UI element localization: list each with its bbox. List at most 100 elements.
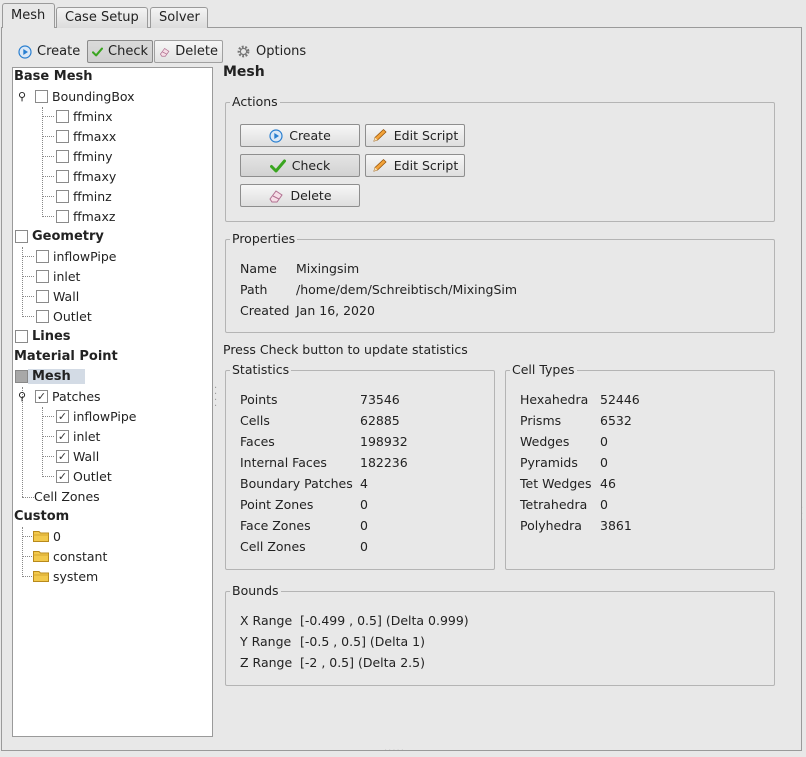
toolbar-delete-button[interactable]: Delete [154, 40, 223, 63]
tree-checkbox[interactable] [15, 229, 28, 243]
statistic-label: Face Zones [240, 518, 311, 533]
tree-node-geometry-item[interactable]: Wall [36, 286, 79, 306]
tree-connector [42, 436, 54, 437]
cell-type-value: 6532 [600, 413, 632, 428]
tree-checkbox[interactable] [15, 369, 28, 383]
tree-connector [42, 156, 54, 157]
tree-node-lines[interactable]: Lines [15, 326, 71, 346]
cell-type-label: Tetrahedra [520, 497, 588, 512]
tree-node-folder[interactable]: system [33, 566, 98, 586]
folder-icon [33, 571, 49, 582]
tree-node-bbox-item[interactable]: ffmaxy [56, 166, 116, 186]
toolbar-options-button[interactable]: Options [232, 40, 312, 63]
delete-button-label: Delete [290, 188, 332, 203]
splitter-handle[interactable]: ····· [384, 746, 405, 757]
tree-checkbox[interactable] [15, 329, 28, 343]
edit-script-button[interactable]: Edit Script [365, 154, 465, 177]
tree-checkbox[interactable] [56, 209, 69, 223]
tree-node-patch-item[interactable]: ✓ Wall [56, 446, 99, 466]
checkmark-icon [92, 47, 103, 56]
tree-node-custom[interactable]: Custom [14, 506, 69, 526]
expand-toggle-icon[interactable]: ⚲ [17, 90, 27, 103]
bounds-label: Z Range [240, 655, 293, 670]
tree-node-base-mesh[interactable]: Base Mesh [14, 66, 93, 86]
tree-node-patches[interactable]: ⚲ ✓ Patches [17, 386, 101, 406]
statistic-value: 0 [360, 539, 368, 554]
tree-connector [22, 256, 34, 257]
tree-node-boundingbox[interactable]: ⚲ BoundingBox [17, 86, 135, 106]
tree-node-patch-item[interactable]: ✓ Outlet [56, 466, 112, 486]
tree-node-label: Cell Zones [34, 488, 100, 504]
tree-node-geometry-item[interactable]: inflowPipe [36, 246, 117, 266]
property-created-value: Jan 16, 2020 [296, 303, 375, 318]
tree-checkbox[interactable] [56, 109, 69, 123]
statistic-value: 0 [360, 497, 368, 512]
tree-checkbox[interactable] [36, 249, 49, 263]
tree-checkbox[interactable]: ✓ [35, 389, 48, 403]
tree-node-geometry-item[interactable]: inlet [36, 266, 80, 286]
folder-icon [33, 551, 49, 562]
tree-node-folder[interactable]: 0 [33, 526, 61, 546]
tree-checkbox[interactable] [56, 129, 69, 143]
tree-node-label: ffminz [73, 188, 112, 204]
tree-connector [42, 196, 54, 197]
check-button[interactable]: Check [240, 154, 360, 177]
tree-node-label: Wall [53, 288, 80, 304]
cell-type-value: 52446 [600, 392, 640, 407]
tree-checkbox[interactable] [56, 169, 69, 183]
property-name-value: Mixingsim [296, 261, 360, 276]
tab-solver[interactable]: Solver [150, 7, 208, 28]
tree-node-geometry[interactable]: Geometry [15, 226, 104, 246]
tree-node-bbox-item[interactable]: ffmaxz [56, 206, 115, 226]
tree-node-label: Patches [52, 388, 101, 404]
statistics-group-title: Statistics [230, 362, 292, 377]
create-button-label: Create [289, 128, 331, 143]
tree-node-label: Base Mesh [14, 68, 93, 84]
toolbar-create-button[interactable]: Create [14, 40, 86, 63]
pencil-icon [373, 158, 387, 172]
tree-node-bbox-item[interactable]: ffminy [56, 146, 113, 166]
tree-checkbox[interactable]: ✓ [56, 469, 69, 483]
tree-checkbox[interactable]: ✓ [56, 409, 69, 423]
play-circle-icon [18, 44, 32, 59]
toolbar-check-button[interactable]: Check [87, 40, 153, 63]
edit-script-button[interactable]: Edit Script [365, 124, 465, 147]
cell-type-value: 0 [600, 455, 608, 470]
bounds-value: [-0.5 , 0.5] (Delta 1) [300, 634, 425, 649]
tree-checkbox[interactable] [35, 89, 48, 103]
expand-toggle-icon[interactable]: ⚲ [17, 390, 27, 403]
tree-node-bbox-item[interactable]: ffminz [56, 186, 112, 206]
tree-checkbox[interactable] [36, 289, 49, 303]
statistic-label: Points [240, 392, 278, 407]
tree-node-patch-item[interactable]: ✓ inflowPipe [56, 406, 137, 426]
tree-node-mesh[interactable]: Mesh [15, 366, 85, 386]
tree-node-bbox-item[interactable]: ffmaxx [56, 126, 116, 146]
statistic-label: Cell Zones [240, 539, 306, 554]
tab-case-setup[interactable]: Case Setup [56, 7, 148, 28]
tree-checkbox[interactable] [56, 189, 69, 203]
splitter-handle[interactable]: · · · · [214, 384, 218, 412]
tree-checkbox[interactable] [36, 309, 49, 323]
statistic-value: 62885 [360, 413, 400, 428]
tree-node-folder[interactable]: constant [33, 546, 107, 566]
tree-checkbox[interactable]: ✓ [56, 429, 69, 443]
splitter-handle[interactable]: · · · [800, 504, 804, 526]
tree-node-material-point[interactable]: Material Point [14, 346, 118, 366]
tree-checkbox[interactable]: ✓ [56, 449, 69, 463]
property-created-label: Created [240, 303, 290, 318]
tree-node-patch-item[interactable]: ✓ inlet [56, 426, 100, 446]
tree-node-label: inlet [53, 268, 81, 284]
toolbar-delete-label: Delete [175, 44, 218, 59]
tab-mesh[interactable]: Mesh [2, 3, 55, 28]
create-button[interactable]: Create [240, 124, 360, 147]
tree-connector [22, 576, 32, 577]
checkmark-icon [269, 159, 286, 172]
tree-node-label: 0 [53, 528, 61, 544]
tree-checkbox[interactable] [56, 149, 69, 163]
tree-node-geometry-item[interactable]: Outlet [36, 306, 92, 326]
eraser-icon [159, 47, 170, 57]
delete-button[interactable]: Delete [240, 184, 360, 207]
tree-node-bbox-item[interactable]: ffminx [56, 106, 113, 126]
tree-node-cell-zones[interactable]: Cell Zones [34, 486, 100, 506]
tree-checkbox[interactable] [36, 269, 49, 283]
